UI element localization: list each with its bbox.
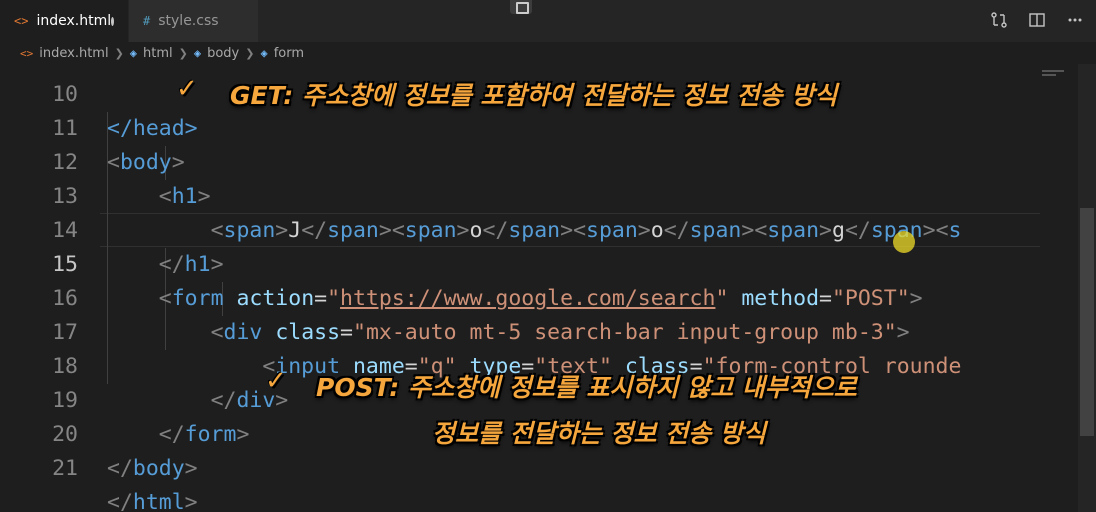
breadcrumb-label: body	[207, 45, 240, 61]
code-line: 12 <h1>	[0, 112, 1078, 209]
code-line-current: 15 <form action="https://www.google.com/…	[0, 214, 1078, 311]
unsaved-dot-icon[interactable]	[111, 16, 114, 26]
breadcrumb-item-file[interactable]: <> index.html	[20, 46, 109, 61]
code-line: 17 <input name="q" type="text" class="fo…	[0, 282, 1078, 379]
element-icon: ◈	[193, 46, 202, 60]
editor-actions	[988, 9, 1086, 31]
breadcrumb: <> index.html ❯ ◈ html ❯ ◈ body ❯ ◈ form	[0, 42, 1096, 64]
line-number: 21	[52, 456, 78, 481]
chevron-right-icon: ❯	[245, 46, 255, 60]
code-line: 18 </div>	[0, 316, 1078, 413]
tab-index-html[interactable]: <> index.html	[0, 0, 129, 42]
element-icon: ◈	[129, 46, 138, 60]
breadcrumb-label: html	[143, 45, 173, 61]
minimap-line	[1042, 74, 1056, 76]
html-file-icon: <>	[14, 14, 29, 28]
chevron-right-icon: ❯	[114, 46, 124, 60]
tab-label: index.html	[36, 13, 112, 29]
code-text: </html>	[107, 490, 198, 512]
post-annotation-line1: POST: 주소창에 정보를 표시하지 않고 내부적으로	[316, 373, 857, 402]
breadcrumb-item-html[interactable]: ◈ html	[130, 46, 173, 61]
more-actions-icon[interactable]	[1064, 9, 1086, 31]
compare-changes-icon[interactable]	[988, 9, 1010, 31]
check-mark-icon: ✓	[176, 74, 198, 104]
css-file-icon: #	[143, 14, 151, 28]
layout-toggle-icon[interactable]	[510, 0, 532, 14]
split-editor-icon[interactable]	[1026, 9, 1048, 31]
minimap[interactable]	[1040, 64, 1078, 512]
breadcrumb-label: index.html	[39, 45, 109, 61]
scrollbar-thumb[interactable]	[1080, 208, 1094, 436]
breadcrumb-label: form	[273, 45, 305, 61]
html-file-icon: <>	[20, 46, 34, 60]
code-line: 16 <div class="mx-auto mt-5 search-bar i…	[0, 248, 1078, 345]
post-annotation-line2: 정보를 전달하는 정보 전송 방식	[432, 419, 766, 448]
get-annotation: GET: 주소창에 정보를 포함하여 전달하는 정보 전송 방식	[230, 81, 838, 110]
breadcrumb-item-form[interactable]: ◈ form	[260, 46, 304, 61]
check-mark-icon: ✓	[265, 366, 287, 396]
tab-style-css[interactable]: # style.css	[129, 0, 259, 42]
breadcrumb-item-body[interactable]: ◈ body	[194, 46, 239, 61]
code-text: </body>	[107, 456, 198, 481]
element-icon: ◈	[260, 46, 268, 60]
mouse-cursor-highlight	[893, 231, 915, 253]
tab-label: style.css	[158, 13, 219, 29]
code-line: 14 </h1>	[0, 180, 1078, 277]
code-line: 13 <span>J</span><span>o</span><span>o</…	[0, 146, 1078, 243]
tab-bar: <> index.html # style.css	[0, 0, 1096, 42]
minimap-line	[1042, 70, 1064, 72]
chevron-right-icon: ❯	[178, 46, 188, 60]
